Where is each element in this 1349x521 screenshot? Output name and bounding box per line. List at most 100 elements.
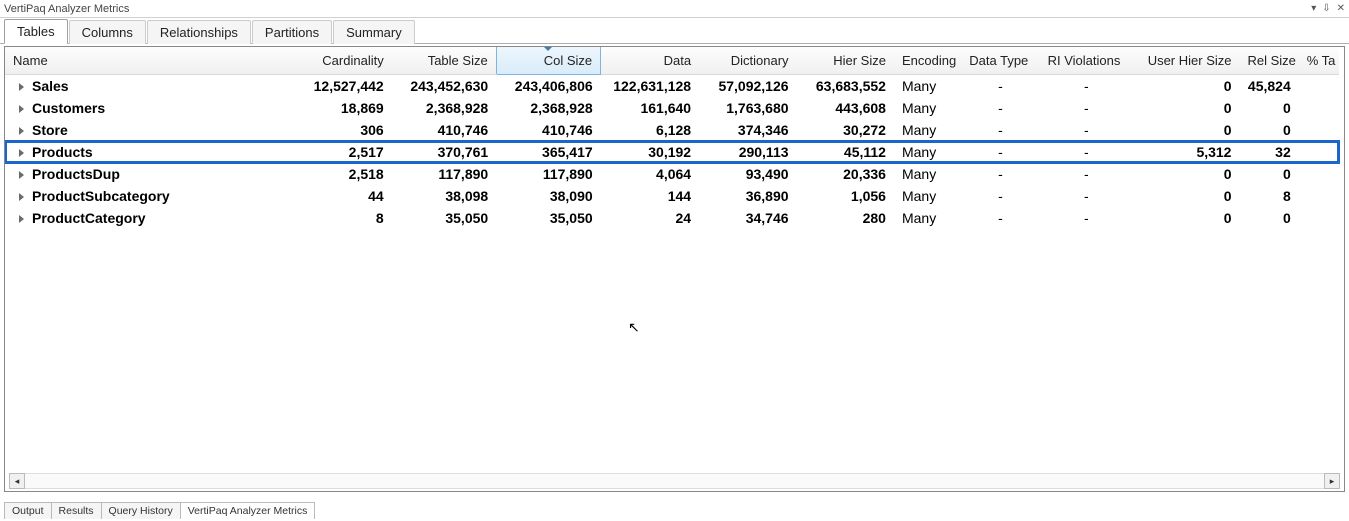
tab-relationships[interactable]: Relationships (147, 20, 251, 44)
cell-table_size: 117,890 (392, 163, 496, 185)
grid-container: NameCardinalityTable SizeCol SizeDataDic… (4, 46, 1345, 492)
cell-data_type: - (961, 207, 1039, 229)
col-header-data[interactable]: Data (601, 47, 699, 75)
expand-icon[interactable] (19, 171, 24, 179)
pin-icon[interactable]: ⇩ (1322, 3, 1330, 14)
bottom-tab-results[interactable]: Results (51, 502, 102, 519)
expand-icon[interactable] (19, 149, 24, 157)
cell-data: 6,128 (601, 119, 699, 141)
cell-ri_violations: - (1040, 97, 1133, 119)
cell-hier_size: 63,683,552 (797, 75, 894, 98)
cell-hier_size: 30,272 (797, 119, 894, 141)
cursor-icon: ↖ (628, 319, 640, 336)
bottom-tab-output[interactable]: Output (4, 502, 52, 519)
expand-icon[interactable] (19, 105, 24, 113)
panel-title: VertiPaq Analyzer Metrics (4, 3, 129, 15)
horizontal-scrollbar[interactable]: ◂ ▸ (9, 473, 1340, 489)
table-row[interactable]: Customers18,8692,368,9282,368,928161,640… (5, 97, 1339, 119)
cell-data_type: - (961, 119, 1039, 141)
cell-cardinality: 8 (277, 207, 392, 229)
panel-titlebar: VertiPaq Analyzer Metrics ▾ ⇩ ✕ (0, 0, 1349, 18)
top-tabstrip: TablesColumnsRelationshipsPartitionsSumm… (0, 18, 1349, 44)
cell-encoding: Many (894, 119, 961, 141)
cell-table_size: 35,050 (392, 207, 496, 229)
col-header-data_type[interactable]: Data Type (961, 47, 1039, 75)
cell-user_hier_size: 0 (1133, 185, 1239, 207)
col-header-hier_size[interactable]: Hier Size (797, 47, 894, 75)
cell-table_size: 410,746 (392, 119, 496, 141)
tab-tables[interactable]: Tables (4, 19, 68, 44)
row-name: Products (32, 144, 93, 160)
cell-dictionary: 93,490 (699, 163, 796, 185)
bottom-tab-vertipaq-analyzer-metrics[interactable]: VertiPaq Analyzer Metrics (180, 502, 316, 519)
cell-user_hier_size: 0 (1133, 97, 1239, 119)
cell-hier_size: 280 (797, 207, 894, 229)
cell-rel_size: 0 (1239, 207, 1298, 229)
sort-desc-icon (543, 47, 553, 51)
cell-encoding: Many (894, 97, 961, 119)
cell-data_type: - (961, 185, 1039, 207)
cell-rel_size: 8 (1239, 185, 1298, 207)
cell-pct_table (1299, 75, 1339, 98)
cell-hier_size: 1,056 (797, 185, 894, 207)
expand-icon[interactable] (19, 193, 24, 201)
cell-encoding: Many (894, 185, 961, 207)
cell-cardinality: 44 (277, 185, 392, 207)
scroll-right-button[interactable]: ▸ (1324, 473, 1340, 489)
cell-ri_violations: - (1040, 163, 1133, 185)
tab-summary[interactable]: Summary (333, 20, 415, 44)
col-header-name[interactable]: Name (5, 47, 277, 75)
cell-data: 122,631,128 (601, 75, 699, 98)
cell-dictionary: 374,346 (699, 119, 796, 141)
cell-encoding: Many (894, 207, 961, 229)
table-row[interactable]: ProductSubcategory4438,09838,09014436,89… (5, 185, 1339, 207)
cell-col_size: 2,368,928 (496, 97, 600, 119)
tab-partitions[interactable]: Partitions (252, 20, 332, 44)
expand-icon[interactable] (19, 215, 24, 223)
scroll-left-button[interactable]: ◂ (9, 473, 25, 489)
cell-data_type: - (961, 97, 1039, 119)
row-name: Store (32, 122, 68, 138)
tab-columns[interactable]: Columns (69, 20, 146, 44)
expand-icon[interactable] (19, 127, 24, 135)
cell-col_size: 410,746 (496, 119, 600, 141)
cell-user_hier_size: 0 (1133, 119, 1239, 141)
cell-cardinality: 2,518 (277, 163, 392, 185)
bottom-tab-query-history[interactable]: Query History (101, 502, 181, 519)
cell-ri_violations: - (1040, 75, 1133, 98)
cell-encoding: Many (894, 141, 961, 163)
table-row[interactable]: ProductsDup2,518117,890117,8904,06493,49… (5, 163, 1339, 185)
scroll-track[interactable] (25, 473, 1324, 489)
row-name: Customers (32, 100, 105, 116)
cell-data: 161,640 (601, 97, 699, 119)
titlebar-controls: ▾ ⇩ ✕ (1311, 3, 1345, 14)
expand-icon[interactable] (19, 83, 24, 91)
dropdown-icon[interactable]: ▾ (1311, 3, 1316, 14)
col-header-pct_table[interactable]: % Ta (1299, 47, 1339, 75)
cell-dictionary: 34,746 (699, 207, 796, 229)
table-row[interactable]: ProductCategory835,05035,0502434,746280M… (5, 207, 1339, 229)
cell-user_hier_size: 0 (1133, 207, 1239, 229)
cell-ri_violations: - (1040, 141, 1133, 163)
col-header-col_size[interactable]: Col Size (496, 47, 600, 75)
close-icon[interactable]: ✕ (1337, 3, 1345, 14)
cell-table_size: 2,368,928 (392, 97, 496, 119)
col-header-table_size[interactable]: Table Size (392, 47, 496, 75)
cell-user_hier_size: 0 (1133, 163, 1239, 185)
cell-col_size: 35,050 (496, 207, 600, 229)
cell-user_hier_size: 0 (1133, 75, 1239, 98)
table-row[interactable]: Products2,517370,761365,41730,192290,113… (5, 141, 1339, 163)
table-row[interactable]: Store306410,746410,7466,128374,34630,272… (5, 119, 1339, 141)
cell-data: 144 (601, 185, 699, 207)
col-header-user_hier_size[interactable]: User Hier Size (1133, 47, 1239, 75)
cell-hier_size: 443,608 (797, 97, 894, 119)
col-header-rel_size[interactable]: Rel Size (1239, 47, 1298, 75)
col-header-ri_violations[interactable]: RI Violations (1040, 47, 1133, 75)
col-header-cardinality[interactable]: Cardinality (277, 47, 392, 75)
col-header-dictionary[interactable]: Dictionary (699, 47, 796, 75)
table-row[interactable]: Sales12,527,442243,452,630243,406,806122… (5, 75, 1339, 98)
cell-rel_size: 32 (1239, 141, 1298, 163)
cell-ri_violations: - (1040, 185, 1133, 207)
col-header-encoding[interactable]: Encoding (894, 47, 961, 75)
cell-cardinality: 18,869 (277, 97, 392, 119)
